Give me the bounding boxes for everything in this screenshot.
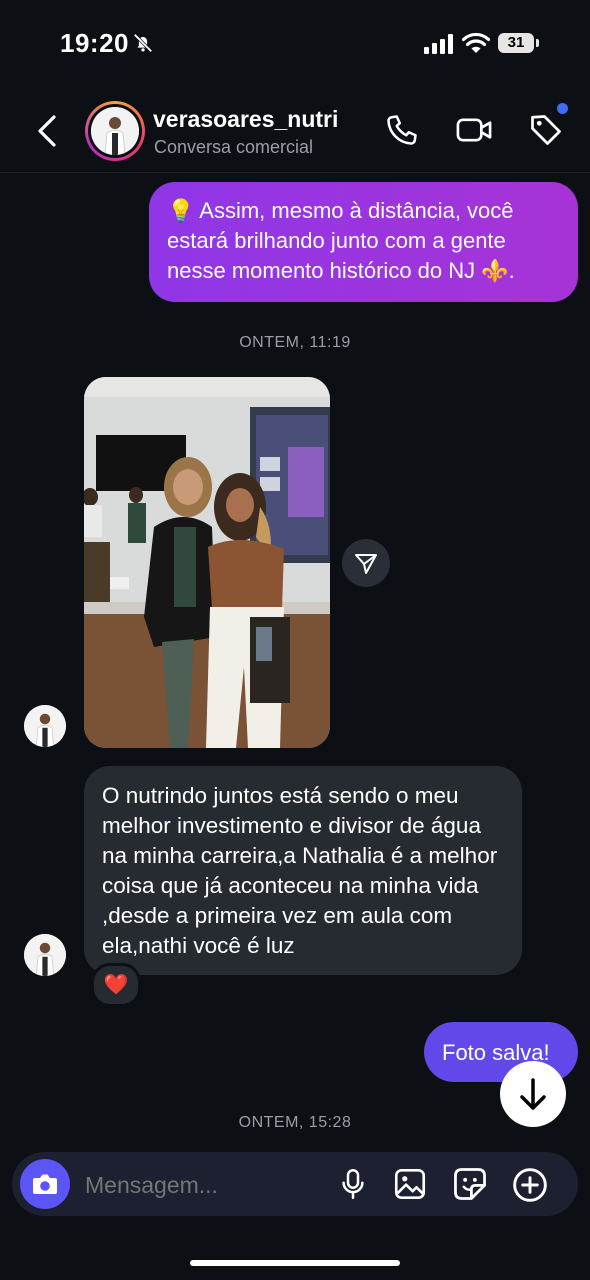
add-plus-icon[interactable] bbox=[511, 1166, 549, 1209]
timestamp: ONTEM, 11:19 bbox=[239, 334, 351, 351]
sender-avatar[interactable] bbox=[24, 705, 66, 747]
video-call-icon[interactable] bbox=[455, 112, 493, 153]
sender-avatar[interactable] bbox=[24, 934, 66, 976]
notification-dot bbox=[557, 103, 568, 114]
shared-photo[interactable] bbox=[84, 377, 330, 748]
silent-bell-icon bbox=[132, 32, 154, 59]
heart-reaction[interactable]: ❤️ bbox=[91, 963, 141, 1007]
gallery-image-icon[interactable] bbox=[393, 1166, 427, 1207]
microphone-icon[interactable] bbox=[338, 1166, 368, 1207]
message-input[interactable] bbox=[85, 1170, 315, 1200]
timestamp: ONTEM, 15:28 bbox=[238, 1114, 352, 1131]
camera-button[interactable] bbox=[20, 1159, 70, 1209]
battery-tip bbox=[536, 39, 539, 47]
header-divider bbox=[0, 172, 590, 173]
sticker-icon[interactable] bbox=[452, 1166, 488, 1207]
avatar[interactable] bbox=[91, 107, 139, 155]
tag-icon[interactable] bbox=[528, 112, 564, 153]
back-chevron-icon[interactable] bbox=[36, 114, 58, 153]
phone-call-icon[interactable] bbox=[384, 112, 420, 153]
status-time: 19:20 bbox=[60, 28, 129, 58]
conversation-type-label: Conversa comercial bbox=[154, 137, 314, 157]
cellular-signal-icon bbox=[424, 34, 454, 59]
wifi-icon bbox=[461, 32, 491, 59]
contact-username[interactable]: verasoares_nutri bbox=[153, 106, 338, 133]
received-message-text: O nutrindo juntos está sendo o meu melho… bbox=[102, 783, 498, 958]
battery-indicator: 31 bbox=[498, 33, 534, 53]
share-button[interactable] bbox=[342, 539, 390, 587]
sent-message-text: 💡 Assim, mesmo à distância, você estará … bbox=[167, 198, 515, 283]
home-indicator bbox=[190, 1260, 400, 1266]
